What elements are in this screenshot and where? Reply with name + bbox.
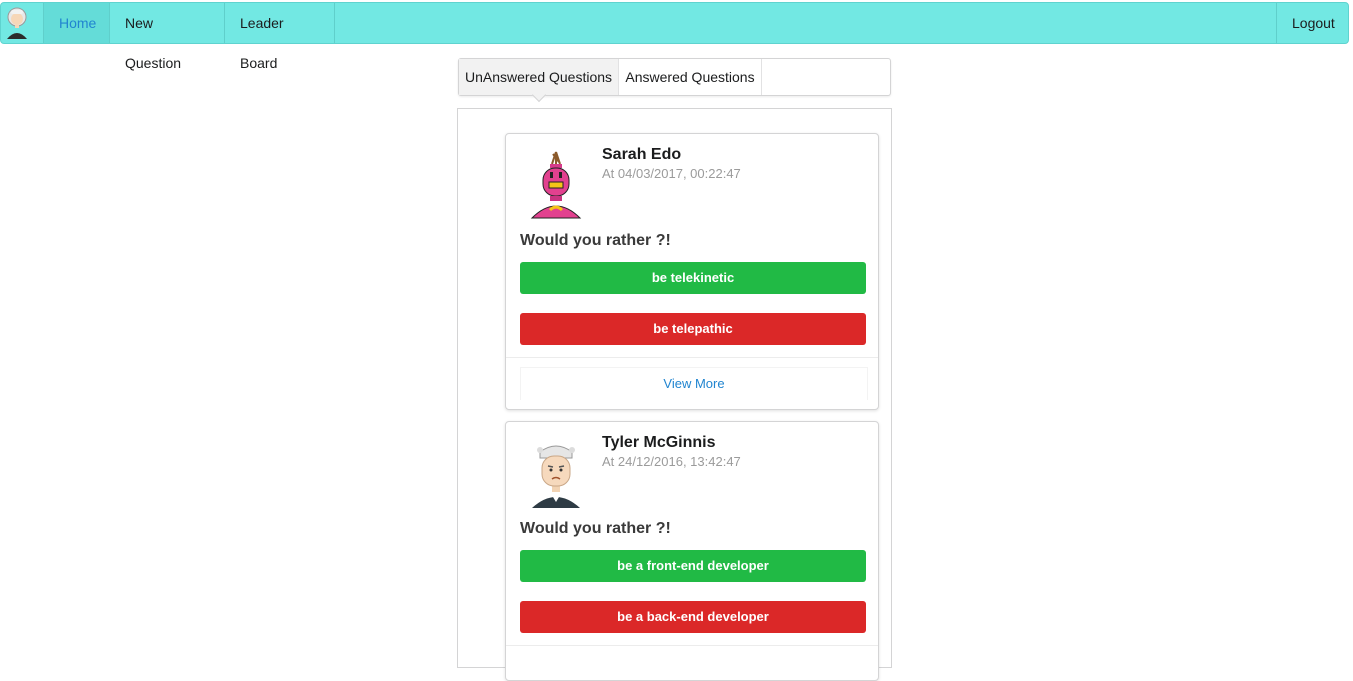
- question-card: Tyler McGinnis At 24/12/2016, 13:42:47 W…: [505, 421, 879, 681]
- top-navbar: Home New Question Leader Board Logout: [0, 2, 1349, 71]
- option-one-button[interactable]: be a front-end developer: [520, 550, 866, 582]
- question-timestamp: At 24/12/2016, 13:42:47: [602, 454, 741, 469]
- question-tabs: UnAnswered Questions Answered Questions: [458, 58, 891, 103]
- nav-new-question-link[interactable]: New Question: [110, 3, 225, 71]
- question-prompt: Would you rather ?!: [520, 520, 671, 537]
- nav-leader-board-link[interactable]: Leader Board: [225, 3, 335, 71]
- logout-button[interactable]: Logout: [1276, 3, 1348, 43]
- question-card: Sarah Edo At 04/03/2017, 00:22:47 Would …: [505, 133, 879, 410]
- question-author: Tyler McGinnis: [602, 434, 716, 451]
- tab-answered-questions[interactable]: Answered Questions: [619, 59, 762, 95]
- old-man-avatar-icon: [532, 445, 580, 508]
- option-two-button[interactable]: be telepathic: [520, 313, 866, 345]
- question-prompt: Would you rather ?!: [520, 232, 671, 249]
- option-one-button[interactable]: be telekinetic: [520, 262, 866, 294]
- card-divider: [506, 357, 878, 358]
- option-two-button[interactable]: be a back-end developer: [520, 601, 866, 633]
- question-timestamp: At 04/03/2017, 00:22:47: [602, 166, 741, 181]
- nav-home-link[interactable]: Home: [43, 3, 110, 43]
- robot-avatar-icon: [530, 151, 582, 219]
- user-avatar-icon[interactable]: [3, 3, 41, 43]
- card-divider: [506, 645, 878, 646]
- question-author: Sarah Edo: [602, 146, 682, 163]
- view-more-link[interactable]: View More: [520, 367, 868, 400]
